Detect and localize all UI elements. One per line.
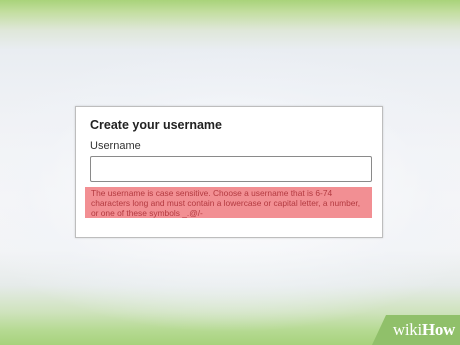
username-help-text: The username is case sensitive. Choose a… bbox=[85, 187, 372, 218]
create-username-dialog: Create your username Username The userna… bbox=[75, 106, 383, 238]
username-input[interactable] bbox=[90, 156, 372, 182]
wikihow-logo: wikiHow bbox=[393, 320, 455, 340]
logo-how: How bbox=[421, 320, 455, 339]
username-label: Username bbox=[90, 140, 141, 152]
wikihow-watermark: wikiHow bbox=[372, 315, 460, 345]
logo-wiki: wiki bbox=[392, 320, 422, 339]
dialog-title: Create your username bbox=[90, 118, 223, 132]
